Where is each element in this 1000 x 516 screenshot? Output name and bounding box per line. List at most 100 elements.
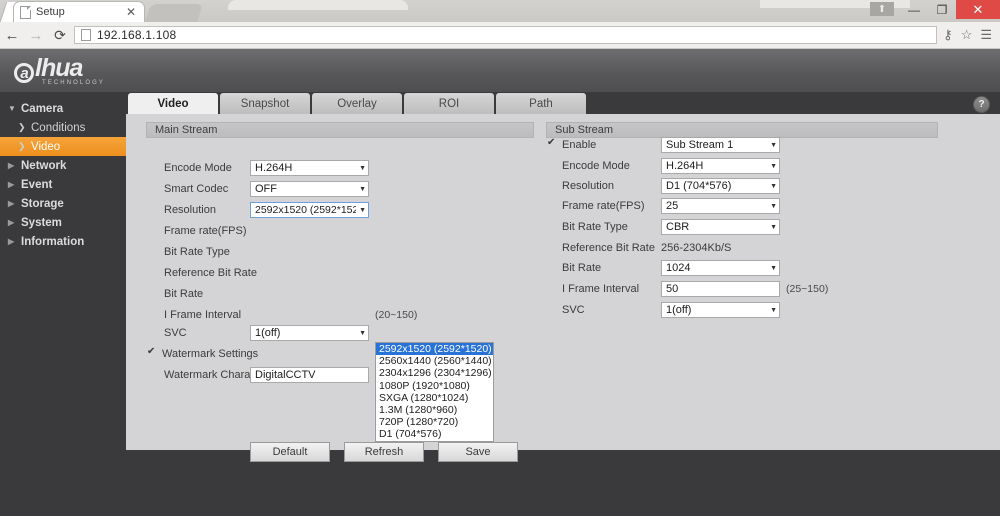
sidebar-item-label: Camera: [21, 102, 64, 115]
sub-svc-label: SVC: [562, 304, 585, 316]
tab-close-icon[interactable]: ✕: [124, 6, 138, 18]
main-resolution-label: Resolution: [164, 204, 216, 216]
sidebar-item-event[interactable]: ▶ Event: [0, 175, 126, 194]
sidebar-item-label: Event: [21, 178, 53, 191]
logo-wordmark: a lhua: [14, 55, 105, 83]
sub-i-frame-input[interactable]: 50: [661, 281, 780, 297]
sidebar-item-camera[interactable]: ▼ Camera: [0, 99, 126, 118]
sub-resolution-select[interactable]: D1 (704*576) ▼: [661, 178, 780, 194]
dropdown-option[interactable]: 720P (1280*720): [376, 416, 493, 428]
app-header: alhua TECHNOLOGY Live Playback Setup Ala…: [0, 49, 1000, 135]
sub-ref-bit-rate-value: 256-2304Kb/S: [661, 242, 732, 254]
sub-encode-mode-select[interactable]: H.264H ▼: [661, 158, 780, 174]
tab-overlay[interactable]: Overlay: [312, 93, 402, 114]
watermark-character-input[interactable]: DigitalCCTV: [250, 367, 369, 383]
sidebar-item-network[interactable]: ▶ Network: [0, 156, 126, 175]
sub-frame-rate-value: 25: [666, 200, 679, 212]
sub-encode-mode-value: H.264H: [666, 160, 704, 172]
main-resolution-value: 2592x1520 (2592*1520): [255, 204, 357, 216]
window-close-button[interactable]: ✕: [956, 0, 1000, 19]
row-watermark-settings[interactable]: Watermark Settings: [147, 344, 258, 364]
dropdown-option[interactable]: 2560x1440 (2560*1440): [376, 355, 493, 367]
content-tab-bar: Video Snapshot Overlay ROI Path ?: [126, 92, 1000, 114]
browser-menu-icon[interactable]: ☰: [980, 27, 992, 43]
action-button-row: Default Refresh Save: [250, 442, 518, 462]
default-button[interactable]: Default: [250, 442, 330, 462]
sub-stream-select[interactable]: Sub Stream 1 ▼: [661, 137, 780, 153]
row-main-resolution: Resolution 2592x1520 (2592*1520) ▼: [164, 200, 369, 220]
sub-svc-select[interactable]: 1(off) ▼: [661, 302, 780, 318]
sidebar-item-system[interactable]: ▶ System: [0, 213, 126, 232]
sidebar-item-information[interactable]: ▶ Information: [0, 232, 126, 251]
bookmark-star-icon[interactable]: ☆: [961, 27, 973, 43]
row-watermark-character: Watermark Character DigitalCCTV: [164, 365, 369, 385]
help-icon[interactable]: ?: [973, 96, 990, 113]
sidebar-item-label: Conditions: [31, 121, 86, 134]
sub-bit-rate-type-value: CBR: [666, 221, 690, 233]
chevron-down-icon: ▼: [359, 206, 366, 214]
chevron-right-icon: ❯: [18, 122, 26, 132]
sub-enable-checkbox[interactable]: [547, 137, 557, 150]
sub-bit-rate-type-select[interactable]: CBR ▼: [661, 219, 780, 235]
row-sub-encode-mode: Encode Mode H.264H ▼: [562, 156, 780, 176]
reload-icon[interactable]: ⟳: [48, 27, 72, 44]
password-key-icon[interactable]: ⚷: [943, 27, 953, 43]
watermark-settings-checkbox[interactable]: [147, 346, 157, 359]
logo-text: lhua: [35, 54, 83, 82]
row-sub-svc: SVC 1(off) ▼: [562, 300, 780, 320]
address-bar[interactable]: 192.168.1.108: [74, 26, 938, 44]
sub-stream-value: Sub Stream 1: [666, 139, 734, 151]
content-area: Video Snapshot Overlay ROI Path ? Main S…: [126, 92, 1000, 462]
row-main-encode-mode: Encode Mode H.264H ▼: [164, 158, 369, 178]
chevron-down-icon: ▼: [770, 306, 777, 314]
dahua-logo: a lhua TECHNOLOGY: [14, 55, 105, 86]
main-svc-select[interactable]: 1(off) ▼: [250, 325, 369, 341]
tab-snapshot[interactable]: Snapshot: [220, 93, 310, 114]
sidebar-item-conditions[interactable]: ❯ Conditions: [0, 118, 126, 137]
sub-frame-rate-select[interactable]: 25 ▼: [661, 198, 780, 214]
refresh-button[interactable]: Refresh: [344, 442, 424, 462]
resolution-dropdown-list[interactable]: 2592x1520 (2592*1520) 2560x1440 (2560*14…: [375, 342, 494, 442]
minimize-button[interactable]: ―: [900, 0, 928, 19]
main-smart-codec-label: Smart Codec: [164, 183, 229, 195]
sub-i-frame-label: I Frame Interval: [562, 283, 640, 295]
main-encode-mode-select[interactable]: H.264H ▼: [250, 160, 369, 176]
dropdown-option[interactable]: D1 (704*576): [376, 428, 493, 440]
watermark-character-label: Watermark Character: [164, 369, 269, 381]
dropdown-option[interactable]: 2592x1520 (2592*1520): [376, 343, 493, 356]
chevron-right-icon: ▶: [8, 237, 15, 246]
main-bit-rate-label: Bit Rate: [164, 288, 204, 300]
row-main-frame-rate: Frame rate(FPS): [164, 221, 250, 241]
settings-panel: Main Stream Encode Mode H.264H ▼ Smart C…: [126, 114, 1000, 462]
row-main-bit-rate: Bit Rate: [164, 284, 250, 304]
upload-icon[interactable]: ⬆: [870, 2, 894, 16]
main-bit-rate-type-label: Bit Rate Type: [164, 246, 230, 258]
chevron-right-icon: ▶: [8, 161, 15, 170]
sub-encode-mode-label: Encode Mode: [562, 160, 630, 172]
main-resolution-select[interactable]: 2592x1520 (2592*1520) ▼: [250, 202, 369, 218]
dropdown-option[interactable]: SXGA (1280*1024): [376, 392, 493, 404]
tab-path[interactable]: Path: [496, 93, 586, 114]
tab-video[interactable]: Video: [128, 93, 218, 114]
sidebar-item-video[interactable]: ❯ Video: [0, 137, 126, 156]
chevron-right-icon: ▶: [8, 218, 15, 227]
dropdown-option[interactable]: 2304x1296 (2304*1296): [376, 367, 493, 379]
dropdown-option[interactable]: 1080P (1920*1080): [376, 380, 493, 392]
window-controls: ⬆ ― ❐ ✕: [870, 0, 1000, 22]
forward-icon[interactable]: →: [24, 27, 48, 44]
page-info-icon[interactable]: [81, 29, 91, 41]
sub-resolution-value: D1 (704*576): [666, 180, 732, 192]
sub-bit-rate-select[interactable]: 1024 ▼: [661, 260, 780, 276]
maximize-restore-button[interactable]: ❐: [928, 0, 956, 19]
address-bar-url: 192.168.1.108: [97, 28, 177, 42]
sidebar-item-storage[interactable]: ▶ Storage: [0, 194, 126, 213]
tab-roi[interactable]: ROI: [404, 93, 494, 114]
new-tab-button[interactable]: [145, 4, 203, 22]
main-smart-codec-select[interactable]: OFF ▼: [250, 181, 369, 197]
back-icon[interactable]: ←: [0, 27, 24, 44]
chevron-down-icon: ▼: [770, 141, 777, 149]
row-sub-frame-rate: Frame rate(FPS) 25 ▼: [562, 196, 780, 216]
save-button[interactable]: Save: [438, 442, 518, 462]
dropdown-option[interactable]: 1.3M (1280*960): [376, 404, 493, 416]
browser-tab-setup[interactable]: Setup ✕: [14, 2, 144, 22]
